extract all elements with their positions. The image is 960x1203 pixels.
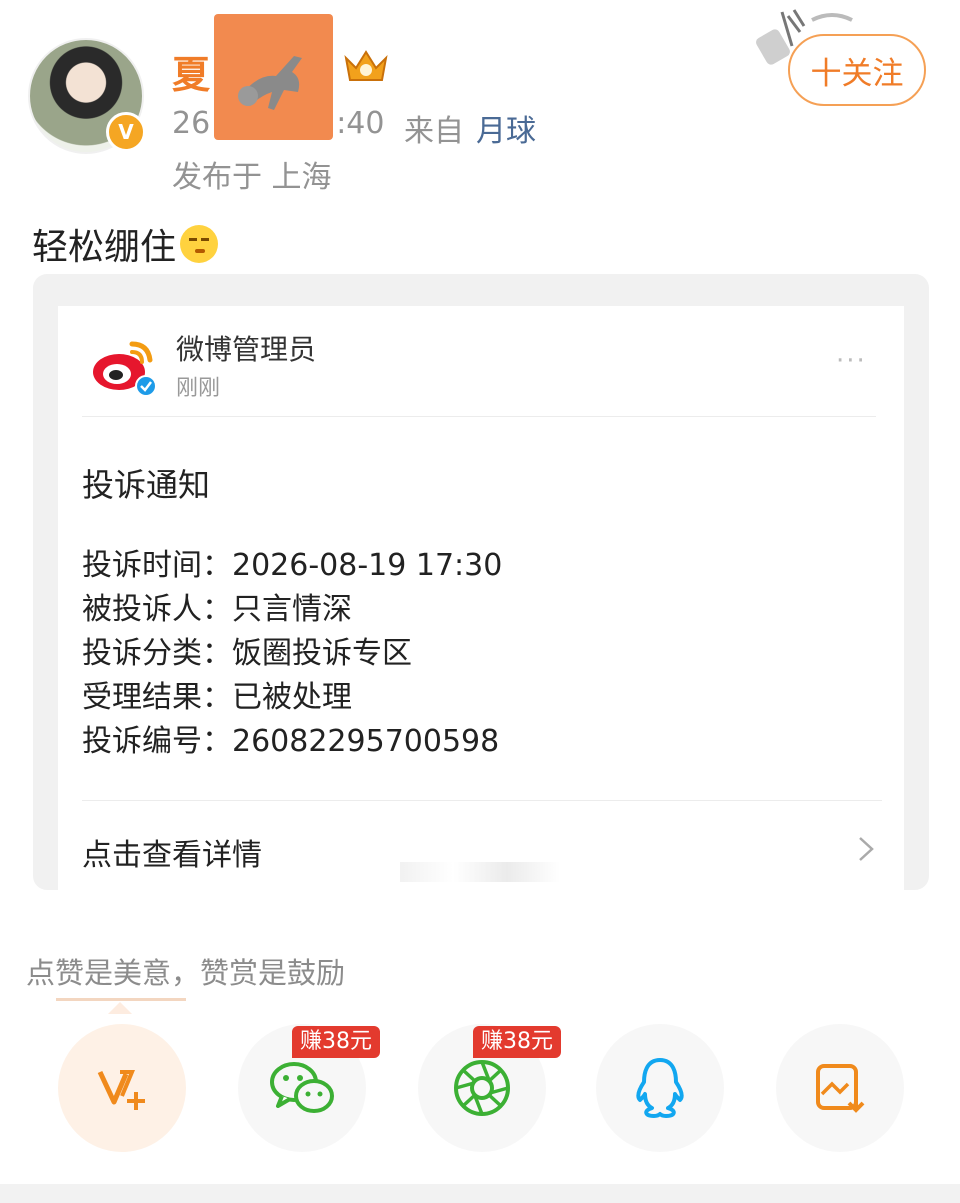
- card-time: 刚刚: [176, 376, 221, 401]
- post-time: 26:40: [172, 106, 385, 141]
- shush-emoji-icon: [180, 225, 219, 263]
- moments-icon: [454, 1060, 510, 1116]
- qq-penguin-icon: [636, 1058, 684, 1118]
- save-image-button[interactable]: [776, 1024, 904, 1152]
- post-text: 轻松绷住: [32, 218, 219, 270]
- card-author: 微博管理员: [176, 333, 317, 366]
- save-image-icon: [816, 1064, 865, 1113]
- reward-button[interactable]: [58, 1024, 186, 1152]
- weibo-logo-icon: [92, 334, 158, 398]
- moments-earn-badge: 赚38元: [473, 1026, 561, 1058]
- reward-v-plus-icon: [97, 1070, 145, 1110]
- crown-icon: [342, 46, 390, 86]
- wechat-earn-badge: 赚38元: [292, 1026, 380, 1058]
- reward-slogan: 点赞是美意，赞赏是鼓励: [26, 956, 346, 990]
- chevron-right-icon: [856, 834, 876, 872]
- source-prefix: 来自: [404, 114, 464, 149]
- field-row: 投诉编号：26082295700598: [82, 724, 500, 759]
- follow-button[interactable]: 十关注: [788, 34, 926, 106]
- blurred-text: [400, 862, 560, 882]
- divider: [82, 416, 876, 417]
- more-icon: ···: [836, 346, 867, 376]
- notice-title: 投诉通知: [82, 466, 211, 504]
- post-location: 发布于 上海: [172, 160, 332, 195]
- divider: [82, 800, 882, 801]
- wechat-icon: [270, 1062, 334, 1113]
- field-row: 受理结果：已被处理: [82, 680, 352, 715]
- field-row: 被投诉人：只言情深: [82, 592, 352, 627]
- source-link[interactable]: 月球: [476, 106, 536, 150]
- detail-link: 点击查看详情: [82, 838, 262, 873]
- share-qq-button[interactable]: [596, 1024, 724, 1152]
- field-row: 投诉分类：饭圈投诉专区: [82, 636, 412, 671]
- field-row: 投诉时间：2026-08-19 17:30: [82, 548, 503, 583]
- username[interactable]: 夏: [172, 44, 210, 99]
- reward-underline: [56, 998, 186, 1001]
- bottom-bar: [0, 1184, 960, 1203]
- tooltip-pointer: [108, 1002, 132, 1014]
- post-text-content: 轻松绷住: [32, 227, 177, 268]
- verified-badge-icon: V: [106, 112, 146, 152]
